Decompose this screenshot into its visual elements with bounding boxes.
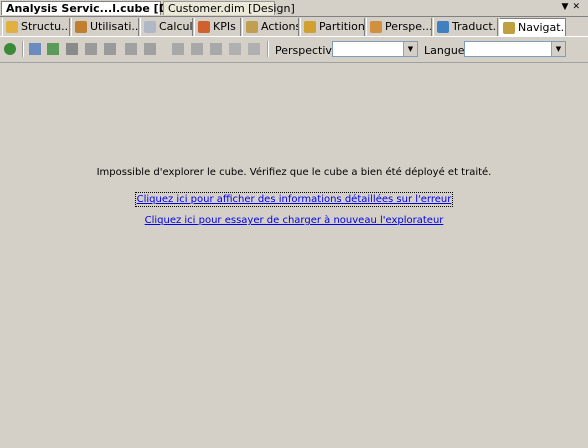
calculations-icon	[144, 21, 156, 33]
tab-perspectives[interactable]: Perspe...	[366, 18, 432, 36]
show-field-list-icon[interactable]	[191, 43, 203, 55]
tab-calculations[interactable]: Calculs	[140, 18, 193, 36]
chevron-down-icon[interactable]: ▼	[551, 42, 565, 56]
show-empty-cells-icon[interactable]	[144, 43, 156, 55]
process-icon[interactable]	[47, 43, 59, 55]
tab-actions[interactable]: Actions	[242, 18, 299, 36]
kpi-icon	[198, 21, 210, 33]
tab-translations[interactable]: Traduct...	[433, 18, 498, 36]
tab-dropdown-icon[interactable]: ▼	[562, 2, 573, 12]
tab-label: Perspe...	[385, 20, 432, 33]
window-controls: ▼✕	[562, 2, 584, 12]
actions-icon	[246, 21, 258, 33]
perspectives-icon	[370, 21, 382, 33]
clear-results-icon[interactable]	[229, 43, 241, 55]
error-message: Impossible d'explorer le cube. Vérifiez …	[96, 167, 492, 178]
tab-label: Calculs	[159, 20, 193, 33]
designer-tab-strip: Structu... Utilisati... Calculs KPIs Act…	[0, 16, 588, 37]
tab-browser[interactable]: Navigat...	[499, 18, 566, 36]
tab-partitions[interactable]: Partitions	[300, 18, 365, 36]
drillthrough-icon[interactable]	[172, 43, 184, 55]
design-mode-icon[interactable]	[248, 43, 260, 55]
tab-kpis[interactable]: KPIs	[194, 18, 241, 36]
translations-icon	[437, 21, 449, 33]
browser-icon	[503, 21, 515, 34]
tab-usage[interactable]: Utilisati...	[71, 18, 139, 36]
tab-label: Navigat...	[518, 20, 566, 34]
auto-execute-icon[interactable]	[210, 43, 222, 55]
partitions-icon	[304, 21, 316, 33]
perspective-select[interactable]: ▼	[332, 41, 418, 57]
chevron-down-icon[interactable]: ▼	[403, 42, 417, 56]
document-tab-strip: Analysis Servic...l.cube [Design] Custom…	[0, 0, 588, 16]
sort-ascending-icon[interactable]	[85, 43, 97, 55]
tab-structure[interactable]: Structu...	[2, 18, 70, 36]
document-tab-cube-design[interactable]: Analysis Servic...l.cube [Design]	[1, 1, 206, 15]
filter-icon[interactable]	[125, 43, 137, 55]
tab-label: Actions	[261, 20, 299, 33]
document-tab-customer-dim[interactable]: Customer.dim [Design]	[163, 1, 295, 15]
close-icon[interactable]: ✕	[572, 2, 584, 12]
toolbar-separator	[267, 41, 269, 57]
browser-toolbar: Perspective : ▼ Langue : ▼	[0, 36, 588, 63]
copy-icon[interactable]	[66, 43, 78, 55]
reload-browser-link[interactable]: Cliquez ici pour essayer de charger à no…	[145, 215, 444, 226]
sort-descending-icon[interactable]	[104, 43, 116, 55]
tab-label: Partitions	[319, 20, 365, 33]
toolbar-separator	[22, 41, 24, 57]
error-details-link[interactable]: Cliquez ici pour afficher des informatio…	[134, 192, 454, 207]
reconnect-icon[interactable]	[4, 43, 16, 55]
language-select[interactable]: ▼	[464, 41, 566, 57]
tab-label: Structu...	[21, 20, 70, 33]
structure-icon	[6, 21, 18, 33]
usage-icon	[75, 21, 87, 33]
tab-label: Traduct...	[452, 20, 497, 33]
change-user-icon[interactable]	[29, 43, 41, 55]
tab-label: KPIs	[213, 20, 236, 33]
tab-label: Utilisati...	[90, 20, 139, 33]
